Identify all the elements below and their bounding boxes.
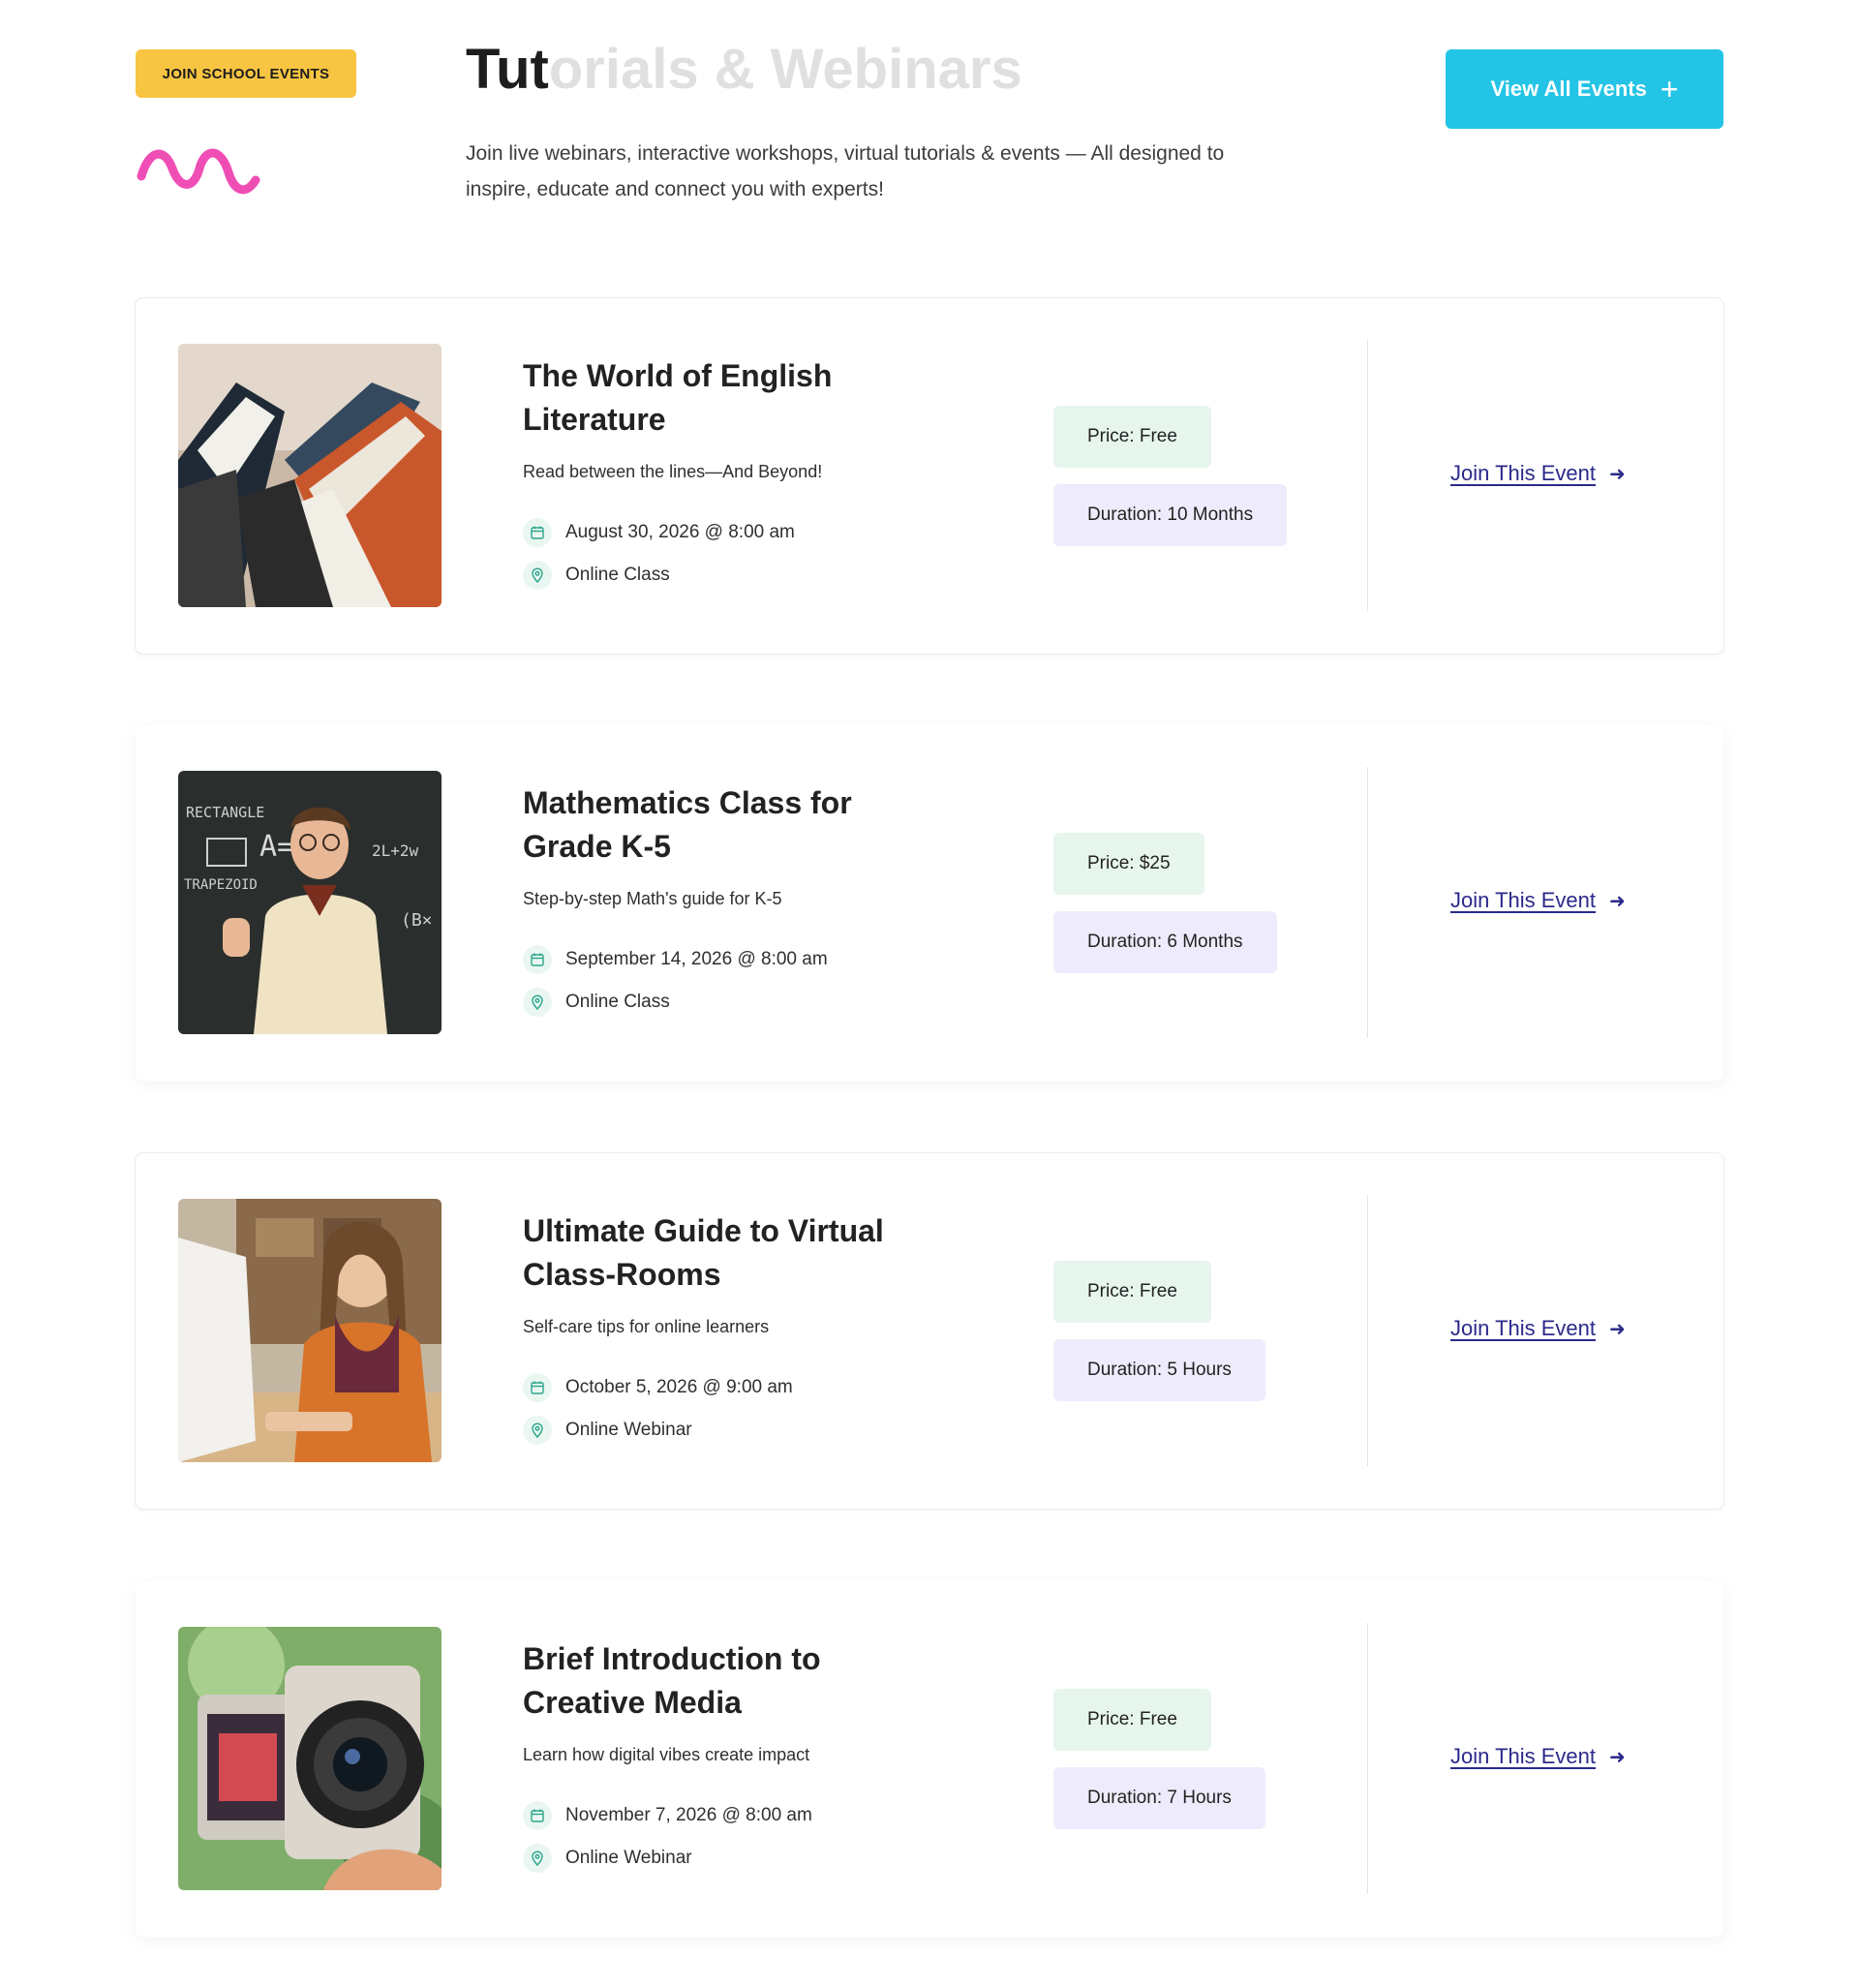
join-event-link[interactable]: Join This Event ➜ [1450, 461, 1626, 486]
card-divider [1367, 340, 1368, 611]
event-date: August 30, 2026 @ 8:00 am [565, 522, 795, 542]
arrow-right-icon: ➜ [1609, 463, 1626, 485]
event-location-row: Online Webinar [523, 1416, 692, 1445]
join-event-label: Join This Event [1450, 1316, 1597, 1340]
event-description: Read between the lines—And Beyond! [523, 462, 823, 481]
price-pill: Price: Free [1053, 1689, 1211, 1751]
calendar-icon [523, 945, 552, 974]
card-divider [1367, 1195, 1368, 1466]
event-thumbnail-creative-media [178, 1627, 442, 1890]
price-pill: Price: Free [1053, 1261, 1211, 1323]
page-title-highlight: Tut [466, 38, 549, 101]
svg-text:2L+2w: 2L+2w [372, 841, 419, 860]
join-event-link[interactable]: Join This Event ➜ [1450, 1744, 1626, 1769]
math-student-image-icon: RECTANGLE A= TRAPEZOID 2L+2w (B× [178, 771, 442, 1034]
calendar-icon [523, 1801, 552, 1830]
arrow-right-icon: ➜ [1609, 1746, 1626, 1768]
join-event-link[interactable]: Join This Event ➜ [1450, 888, 1626, 913]
join-event-label: Join This Event [1450, 461, 1597, 485]
calendar-icon [523, 1373, 552, 1402]
event-description: Step-by-step Math's guide for K-5 [523, 889, 782, 908]
svg-text:RECTANGLE: RECTANGLE [186, 804, 264, 821]
event-description: Self-care tips for online learners [523, 1317, 770, 1336]
event-date: September 14, 2026 @ 8:00 am [565, 949, 828, 969]
page-title-rest: orials & Webinars [548, 38, 1022, 101]
plus-icon: + [1660, 72, 1679, 107]
location-pin-icon [523, 988, 552, 1017]
event-thumbnail-books [178, 344, 442, 607]
event-thumbnail-math: RECTANGLE A= TRAPEZOID 2L+2w (B× [178, 771, 442, 1034]
event-title: The World of English Literature [523, 358, 833, 437]
page-title: Tutorials & Webinars [466, 35, 1022, 105]
event-date-row: November 7, 2026 @ 8:00 am [523, 1801, 812, 1830]
event-title: Ultimate Guide to Virtual Class-Rooms [523, 1213, 884, 1292]
location-pin-icon [523, 1416, 552, 1445]
join-event-link[interactable]: Join This Event ➜ [1450, 1316, 1626, 1341]
books-image-icon [178, 344, 442, 607]
event-title: Brief Introduction to Creative Media [523, 1641, 821, 1720]
join-school-events-badge: JOIN SCHOOL EVENTS [136, 49, 356, 98]
event-location: Online Webinar [565, 1420, 692, 1440]
event-location-row: Online Class [523, 988, 670, 1017]
calendar-icon [523, 518, 552, 547]
arrow-right-icon: ➜ [1609, 1318, 1626, 1340]
event-date: October 5, 2026 @ 9:00 am [565, 1377, 793, 1397]
event-location: Online Webinar [565, 1848, 692, 1868]
event-date-row: October 5, 2026 @ 9:00 am [523, 1373, 793, 1402]
duration-pill: Duration: 6 Months [1053, 911, 1277, 973]
join-event-label: Join This Event [1450, 888, 1597, 912]
event-card: Brief Introduction to Creative Media Lea… [136, 1581, 1723, 1937]
event-location: Online Class [565, 992, 670, 1012]
join-event-label: Join This Event [1450, 1744, 1597, 1768]
duration-pill: Duration: 5 Hours [1053, 1339, 1265, 1401]
event-card: Ultimate Guide to Virtual Class-Rooms Se… [136, 1153, 1723, 1509]
card-divider [1367, 1623, 1368, 1894]
location-pin-icon [523, 561, 552, 590]
event-location-row: Online Webinar [523, 1844, 692, 1873]
event-card: The World of English Literature Read bet… [136, 298, 1723, 654]
event-description: Learn how digital vibes create impact [523, 1745, 810, 1764]
event-date-row: September 14, 2026 @ 8:00 am [523, 945, 828, 974]
duration-pill: Duration: 7 Hours [1053, 1767, 1265, 1829]
svg-text:TRAPEZOID: TRAPEZOID [184, 877, 258, 893]
event-date: November 7, 2026 @ 8:00 am [565, 1805, 812, 1825]
svg-text:A=: A= [259, 830, 294, 864]
arrow-right-icon: ➜ [1609, 890, 1626, 912]
svg-text:(B×: (B× [401, 910, 433, 931]
page-subtitle: Join live webinars, interactive workshop… [466, 142, 1225, 200]
duration-pill: Duration: 10 Months [1053, 484, 1288, 546]
view-all-events-button[interactable]: View All Events + [1446, 49, 1723, 129]
student-laptop-image-icon [178, 1199, 442, 1462]
event-thumbnail-virtual-class [178, 1199, 442, 1462]
squiggle-decoration-icon [137, 148, 260, 195]
event-location-row: Online Class [523, 561, 670, 590]
price-pill: Price: $25 [1053, 833, 1204, 895]
view-all-events-label: View All Events [1490, 76, 1647, 101]
event-title: Mathematics Class for Grade K-5 [523, 785, 852, 864]
event-card: RECTANGLE A= TRAPEZOID 2L+2w (B× Mathema… [136, 725, 1723, 1081]
event-location: Online Class [565, 565, 670, 585]
card-divider [1367, 767, 1368, 1038]
location-pin-icon [523, 1844, 552, 1873]
price-pill: Price: Free [1053, 406, 1211, 468]
event-date-row: August 30, 2026 @ 8:00 am [523, 518, 795, 547]
camera-image-icon [178, 1627, 442, 1890]
